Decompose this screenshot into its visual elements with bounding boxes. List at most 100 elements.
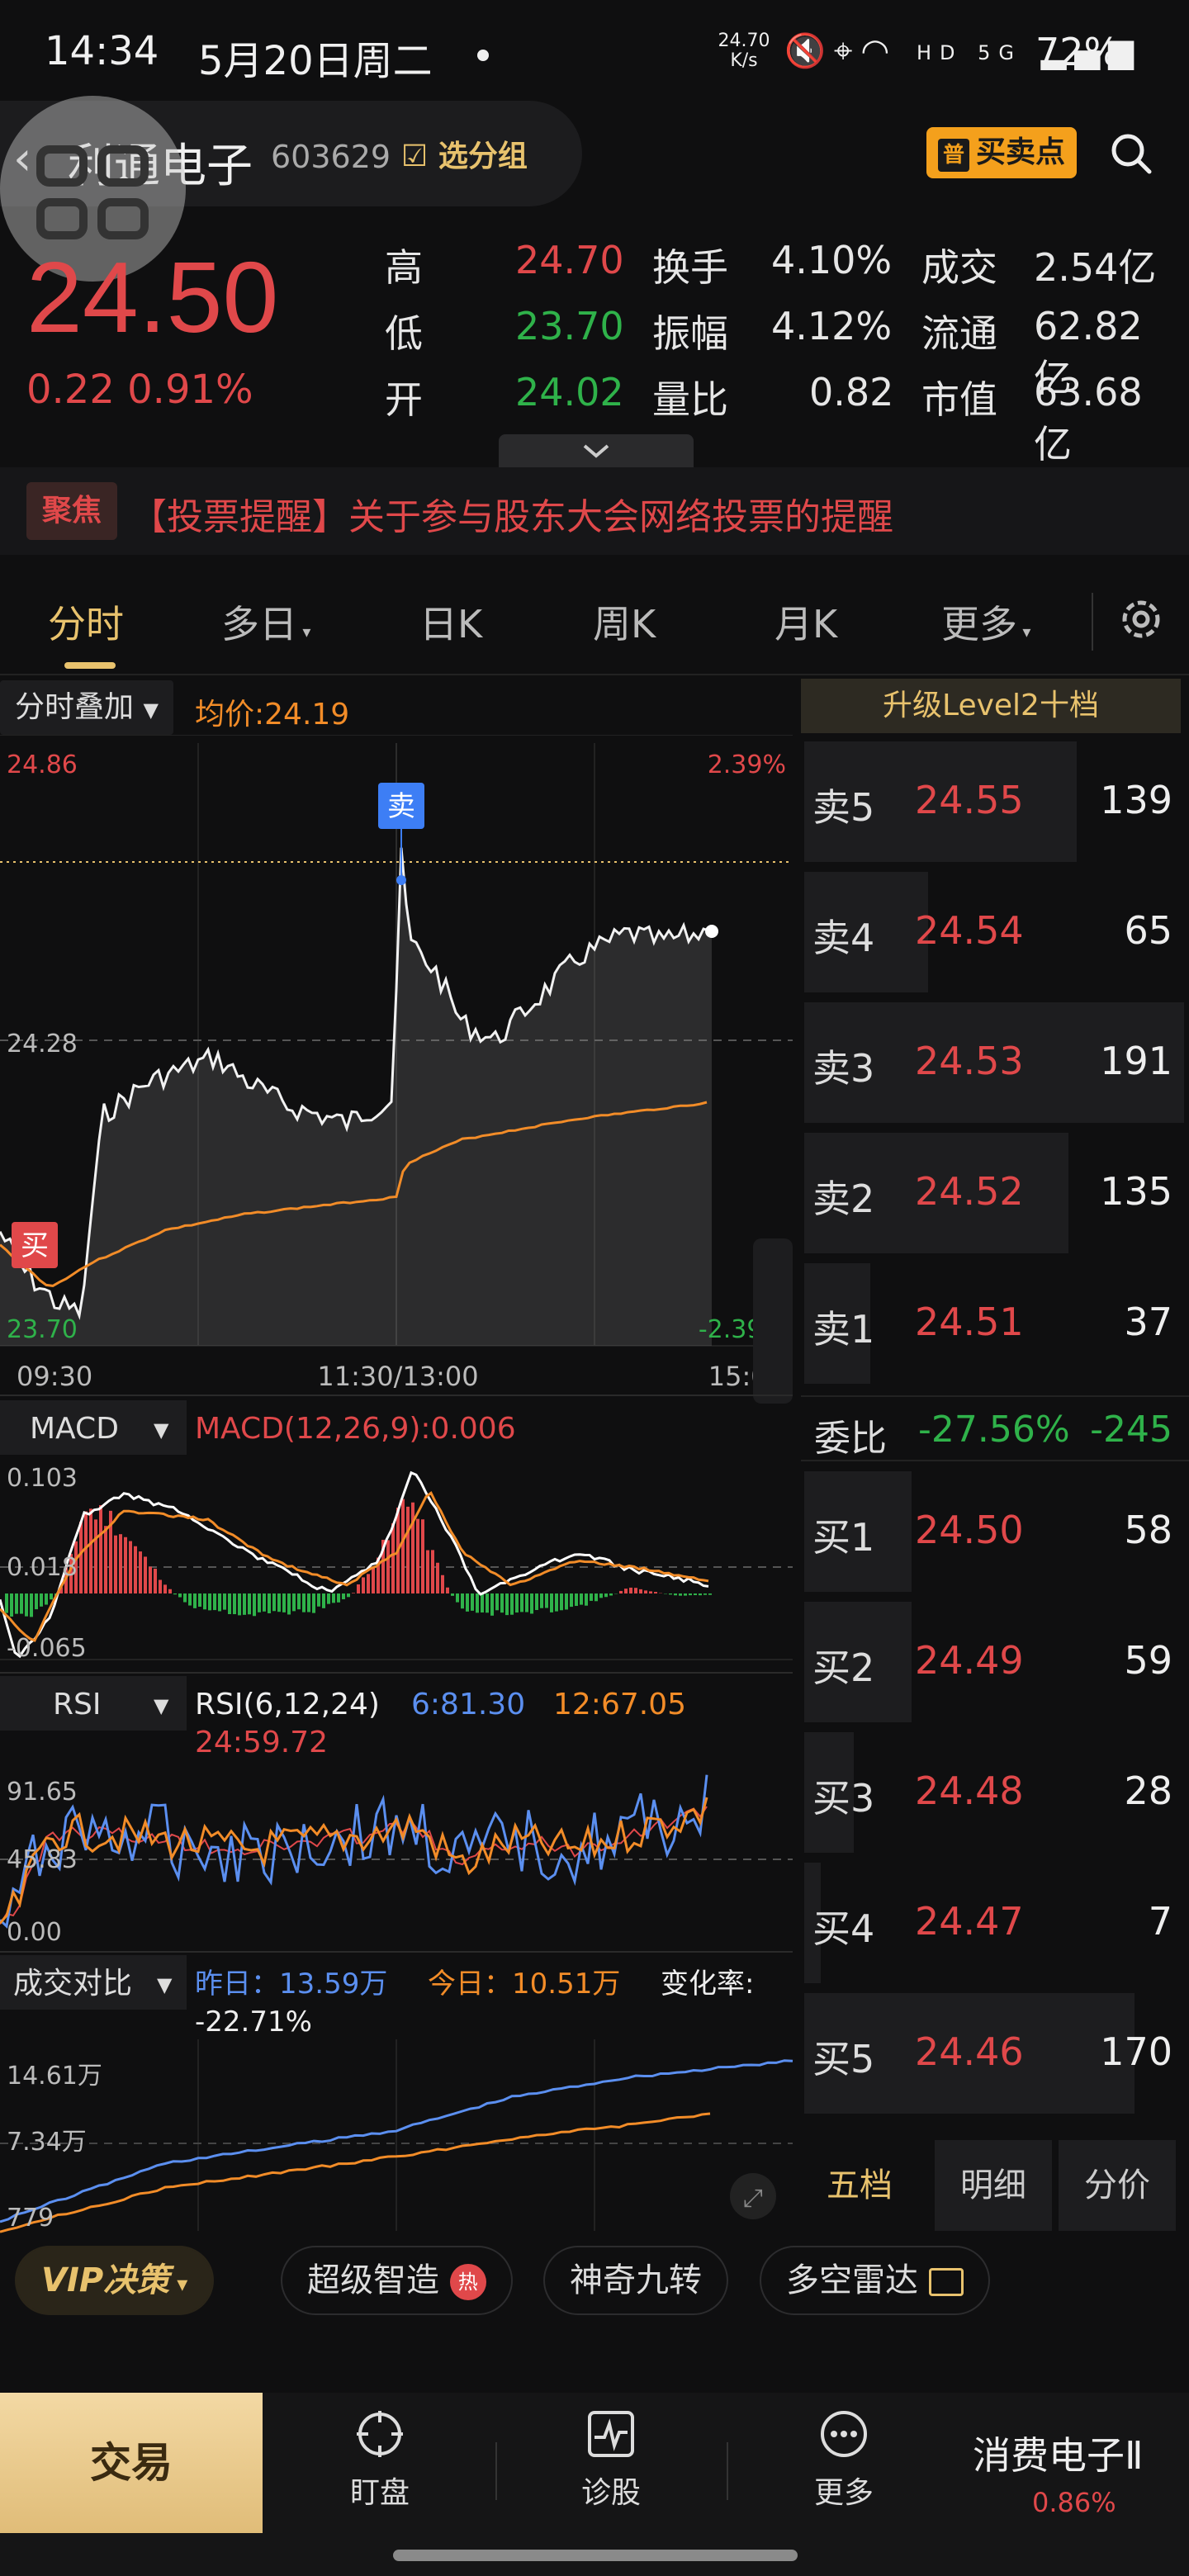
ask-row[interactable]: 卖2 24.52 135	[801, 1131, 1189, 1255]
macd-bar	[10, 1593, 13, 1617]
label-float-cap: 流通	[921, 311, 997, 356]
overlay-label: 分时叠加	[15, 690, 135, 724]
bull-bear-radar-button[interactable]: 多空雷达	[760, 2246, 990, 2315]
rsi6-value: 6:81.30	[411, 1688, 525, 1721]
ask-volume: 65	[1124, 908, 1172, 953]
ask-row[interactable]: 卖1 24.51 37	[801, 1262, 1189, 1385]
tab-price-volume[interactable]: 分价	[1059, 2140, 1176, 2231]
ask-row[interactable]: 卖4 24.54 65	[801, 870, 1189, 994]
macd-bar	[233, 1593, 236, 1615]
ask-price: 24.55	[915, 778, 1024, 822]
buy-sell-label: 买卖点	[976, 135, 1066, 169]
macd-bar	[84, 1511, 88, 1593]
macd-bar	[15, 1593, 18, 1614]
change-percent: 0.91%	[127, 367, 253, 413]
today-volume-line	[0, 2112, 711, 2233]
macd-bar	[401, 1499, 405, 1593]
macd-bar	[486, 1593, 489, 1613]
ask-row[interactable]: 卖3 24.53 191	[801, 1001, 1189, 1125]
net-speed-unit: K/s	[730, 50, 758, 71]
expand-icon: ⤢	[743, 2184, 763, 2213]
price-area	[0, 847, 712, 1346]
tab-five-levels[interactable]: 五档	[801, 2140, 918, 2231]
charts-area[interactable]: 卖 买 24.86 24.28 23.70 2.39% -2.39% 09:30…	[0, 735, 801, 2236]
super-manufacturing-button[interactable]: 超级智造 热	[281, 2246, 513, 2315]
macd-bar	[25, 1593, 28, 1617]
diagnose-button[interactable]: 诊股	[553, 2409, 669, 2512]
change-rate-label: 变化率:	[661, 1968, 754, 2001]
tab-more-label: 更多	[941, 602, 1017, 646]
macd-bar	[40, 1593, 43, 1607]
focus-badge: 聚焦	[26, 482, 117, 540]
buy-sell-points-button[interactable]: 普买卖点	[926, 127, 1078, 178]
y-bottom-label: 23.70	[7, 1315, 78, 1344]
subtabs-strip	[0, 2345, 1189, 2394]
status-date: 5月20日周二	[198, 38, 433, 84]
macd-bar	[421, 1519, 424, 1593]
side-scroll-handle[interactable]	[753, 1238, 793, 1404]
last-price-dot	[705, 925, 718, 938]
tab-details[interactable]: 明细	[935, 2140, 1052, 2231]
more-button[interactable]: 更多	[786, 2409, 902, 2512]
chart-toolbar: 分时叠加 ▼ 均价:24.19	[0, 679, 801, 738]
quote-row-high: 高 24.70 换手 4.10% 成交 2.54亿	[380, 238, 1172, 304]
news-banner[interactable]: 聚焦 【投票提醒】关于参与股东大会网络投票的提醒	[0, 467, 1189, 555]
tab-monthly-k[interactable]: 月K	[775, 594, 837, 649]
bid-row[interactable]: 买2 24.49 59	[801, 1600, 1189, 1724]
ask-row[interactable]: 卖5 24.55 139	[801, 740, 1189, 864]
macd-bar	[599, 1593, 603, 1598]
sector-info[interactable]: 消费电子Ⅱ 0.86%	[973, 2426, 1189, 2518]
home-indicator[interactable]	[393, 2550, 798, 2561]
watch-button[interactable]: 盯盘	[322, 2409, 438, 2512]
macd-bar	[634, 1588, 637, 1593]
vip-decision-button[interactable]: VIP决策 ▾	[15, 2246, 215, 2315]
tab-divider	[1092, 593, 1093, 651]
bid-price: 24.49	[915, 1638, 1024, 1683]
tab-more[interactable]: 更多 ▾	[941, 594, 1030, 649]
macd-bar	[104, 1526, 107, 1593]
caret-down-icon: ▾	[169, 2272, 188, 2297]
y-top-label: 24.86	[7, 751, 78, 779]
value-open: 24.02	[515, 370, 624, 414]
tab-weekly-k[interactable]: 周K	[593, 594, 656, 649]
trade-button[interactable]: 交易	[0, 2393, 263, 2533]
macd-chart: MACD ▼ MACD(12,26,9):0.006 0.103 0.018 -…	[0, 1400, 793, 1663]
gear-icon[interactable]	[1115, 593, 1168, 646]
macd-bar	[347, 1593, 350, 1598]
upgrade-level2-button[interactable]: 升级Level2十档	[801, 679, 1181, 733]
macd-bar	[575, 1593, 578, 1607]
net-speed: 24.70 K/s	[715, 31, 773, 71]
bid-row[interactable]: 买5 24.46 170	[801, 1991, 1189, 2115]
magic-nine-button[interactable]: 神奇九转	[543, 2246, 728, 2315]
news-text[interactable]: 【投票提醒】关于参与股东大会网络投票的提醒	[130, 487, 893, 540]
macd-bar	[5, 1593, 8, 1613]
macd-y-mid: 0.018	[7, 1553, 78, 1582]
rsi-y-mid: 45.83	[7, 1845, 78, 1874]
macd-bar	[624, 1589, 628, 1593]
macd-bar	[322, 1593, 325, 1608]
macd-bar	[159, 1579, 162, 1593]
tab-intraday[interactable]: 分时	[48, 594, 124, 649]
macd-bar	[362, 1577, 365, 1593]
avg-price-label: 均价:24.19	[195, 698, 350, 732]
bid-row[interactable]: 买3 24.48 28	[801, 1731, 1189, 1854]
tab-multi-day[interactable]: 多日 ▾	[221, 594, 310, 649]
bid-price: 24.46	[915, 2029, 1024, 2074]
macd-bar	[431, 1550, 434, 1593]
more-label: 更多	[813, 2476, 874, 2510]
chevron-down-icon	[583, 444, 609, 458]
macd-bar	[45, 1593, 48, 1605]
expand-quote-button[interactable]	[499, 434, 694, 467]
ask-level-label: 卖4	[812, 916, 875, 960]
tab-daily-k[interactable]: 日K	[419, 594, 482, 649]
bid-row[interactable]: 买4 24.47 7	[801, 1861, 1189, 1985]
bid-price: 24.50	[915, 1508, 1024, 1552]
bid-row[interactable]: 买1 24.50 58	[801, 1470, 1189, 1593]
nav-divider	[727, 2442, 728, 2500]
caret-down-icon: ▼	[154, 1694, 169, 1717]
search-icon[interactable]	[1108, 130, 1154, 177]
overlay-dropdown[interactable]: 分时叠加 ▼	[0, 680, 173, 735]
feature-bar: VIP决策 ▾ 超级智造 热 神奇九转 多空雷达	[0, 2242, 1189, 2322]
select-group-button[interactable]: ☑ 选分组	[401, 132, 528, 175]
x-mid-label: 11:30/13:00	[317, 1361, 478, 1392]
